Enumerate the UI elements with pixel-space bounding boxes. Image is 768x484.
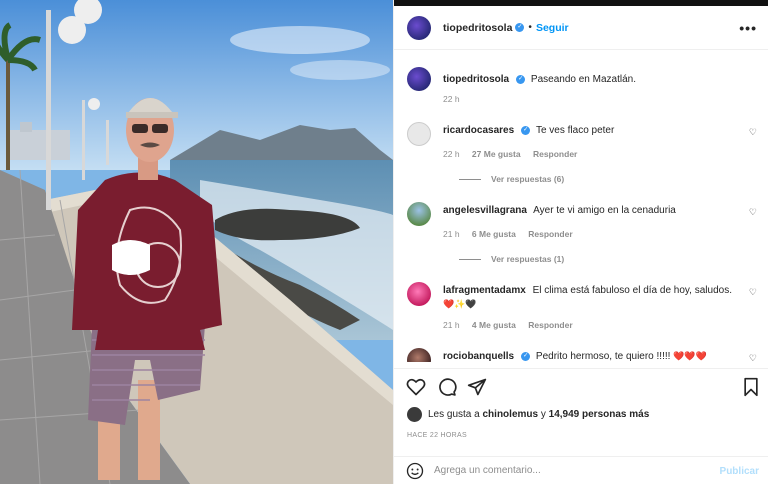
verified-badge-icon: ✓ [521, 125, 531, 135]
share-send-icon[interactable] [467, 377, 487, 397]
comment-emoji: ❤️❤️❤️ [673, 351, 707, 361]
emoji-smile-icon[interactable] [406, 462, 424, 480]
comments-list[interactable]: tiopedritosola ✓ Paseando en Mazatlán. 22… [394, 50, 768, 362]
comment-username[interactable]: lafragmentadamx [443, 285, 526, 296]
verified-badge-icon: ✓ [516, 74, 526, 84]
comment-body: rociobanquells ✓ Pedrito hermoso, te quie… [443, 350, 743, 362]
comment-username[interactable]: ricardocasares [443, 125, 514, 136]
comment-body: angelesvillagrana Ayer te vi amigo en la… [443, 204, 743, 217]
comment-text: Ayer te vi amigo en la cenaduria [533, 205, 676, 216]
view-replies-button[interactable]: Ver respuestas (6) [459, 174, 564, 184]
like-comment-heart-icon[interactable]: ♡ [749, 353, 757, 362]
caption-username[interactable]: tiopedritosola [443, 74, 509, 85]
like-heart-icon[interactable] [406, 377, 426, 397]
publish-button[interactable]: Publicar [720, 466, 759, 477]
post-panel: tiopedritosola ✓ • Seguir ••• tiopedrito… [393, 0, 768, 484]
comment-body: lafragmentadamx El clima está fabuloso e… [443, 284, 733, 311]
comment-time: 22 h [443, 149, 460, 159]
comment-likes[interactable]: 27 Me gusta [472, 149, 521, 159]
comment-meta: 21 h 4 Me gusta Responder [443, 320, 583, 330]
caption-meta: 22 h [443, 94, 470, 104]
comment-text: Pedrito hermoso, te quiero !!!!! [535, 351, 671, 362]
post-timestamp: HACE 22 HORAS [407, 432, 467, 439]
liker-username[interactable]: chinolemus [483, 409, 539, 420]
like-comment-heart-icon[interactable]: ♡ [749, 127, 757, 138]
author-avatar[interactable] [407, 15, 431, 40]
like-comment-heart-icon[interactable]: ♡ [749, 207, 757, 218]
reply-button[interactable]: Responder [528, 320, 572, 330]
comment-meta: 22 h 27 Me gusta Responder [443, 149, 587, 159]
likes-and: y [540, 409, 546, 420]
view-replies-label: Ver respuestas (6) [491, 174, 565, 184]
view-replies-button[interactable]: Ver respuestas (1) [459, 254, 564, 264]
author-avatar-small[interactable] [407, 67, 431, 91]
comment-time: 21 h [443, 229, 460, 239]
likes-count[interactable]: 14,949 personas más [549, 409, 650, 420]
save-bookmark-icon[interactable] [741, 377, 761, 397]
author-username[interactable]: tiopedritosola [443, 22, 512, 34]
separator-dot: • [528, 22, 532, 33]
comment-time: 21 h [443, 320, 460, 330]
post-header: tiopedritosola ✓ • Seguir ••• [394, 6, 768, 50]
comment-likes[interactable]: 4 Me gusta [472, 320, 516, 330]
comment-emoji: ❤️✨🖤 [443, 299, 477, 309]
view-replies-label: Ver respuestas (1) [491, 254, 565, 264]
post-image [0, 0, 393, 484]
comment-likes[interactable]: 6 Me gusta [472, 229, 516, 239]
caption-text: Paseando en Mazatlán. [530, 74, 636, 85]
likes-summary: Les gusta a chinolemus y 14,949 personas… [407, 407, 649, 422]
verified-badge-icon: ✓ [515, 23, 525, 32]
commenter-avatar[interactable] [407, 122, 431, 146]
comment-input[interactable] [434, 465, 719, 476]
reply-button[interactable]: Responder [533, 149, 577, 159]
reply-button[interactable]: Responder [528, 229, 572, 239]
comment-meta: 21 h 6 Me gusta Responder [443, 229, 583, 239]
comment-text: El clima está fabuloso el día de hoy, sa… [532, 285, 732, 296]
like-comment-heart-icon[interactable]: ♡ [749, 287, 757, 298]
comment-username[interactable]: rociobanquells [443, 351, 514, 362]
likes-prefix: Les gusta a [428, 409, 480, 420]
comment-bubble-icon[interactable] [437, 377, 457, 397]
commenter-avatar[interactable] [407, 282, 431, 306]
comment-username[interactable]: angelesvillagrana [443, 205, 527, 216]
comment-text: Te ves flaco peter [535, 125, 615, 136]
follow-button[interactable]: Seguir [536, 22, 569, 34]
commenter-avatar[interactable] [407, 202, 431, 226]
replies-line [459, 258, 481, 260]
liker-avatar[interactable] [407, 407, 422, 422]
post-actions [394, 368, 768, 404]
add-comment-bar: Publicar [394, 456, 768, 484]
commenter-avatar[interactable] [407, 348, 431, 362]
verified-badge-icon: ✓ [521, 351, 531, 361]
post-photo[interactable] [0, 0, 393, 484]
caption-body: tiopedritosola ✓ Paseando en Mazatlán. [443, 73, 743, 86]
more-options-icon[interactable]: ••• [739, 20, 757, 36]
comment-body: ricardocasares ✓ Te ves flaco peter [443, 124, 743, 137]
replies-line [459, 178, 481, 180]
caption-time: 22 h [443, 94, 460, 104]
